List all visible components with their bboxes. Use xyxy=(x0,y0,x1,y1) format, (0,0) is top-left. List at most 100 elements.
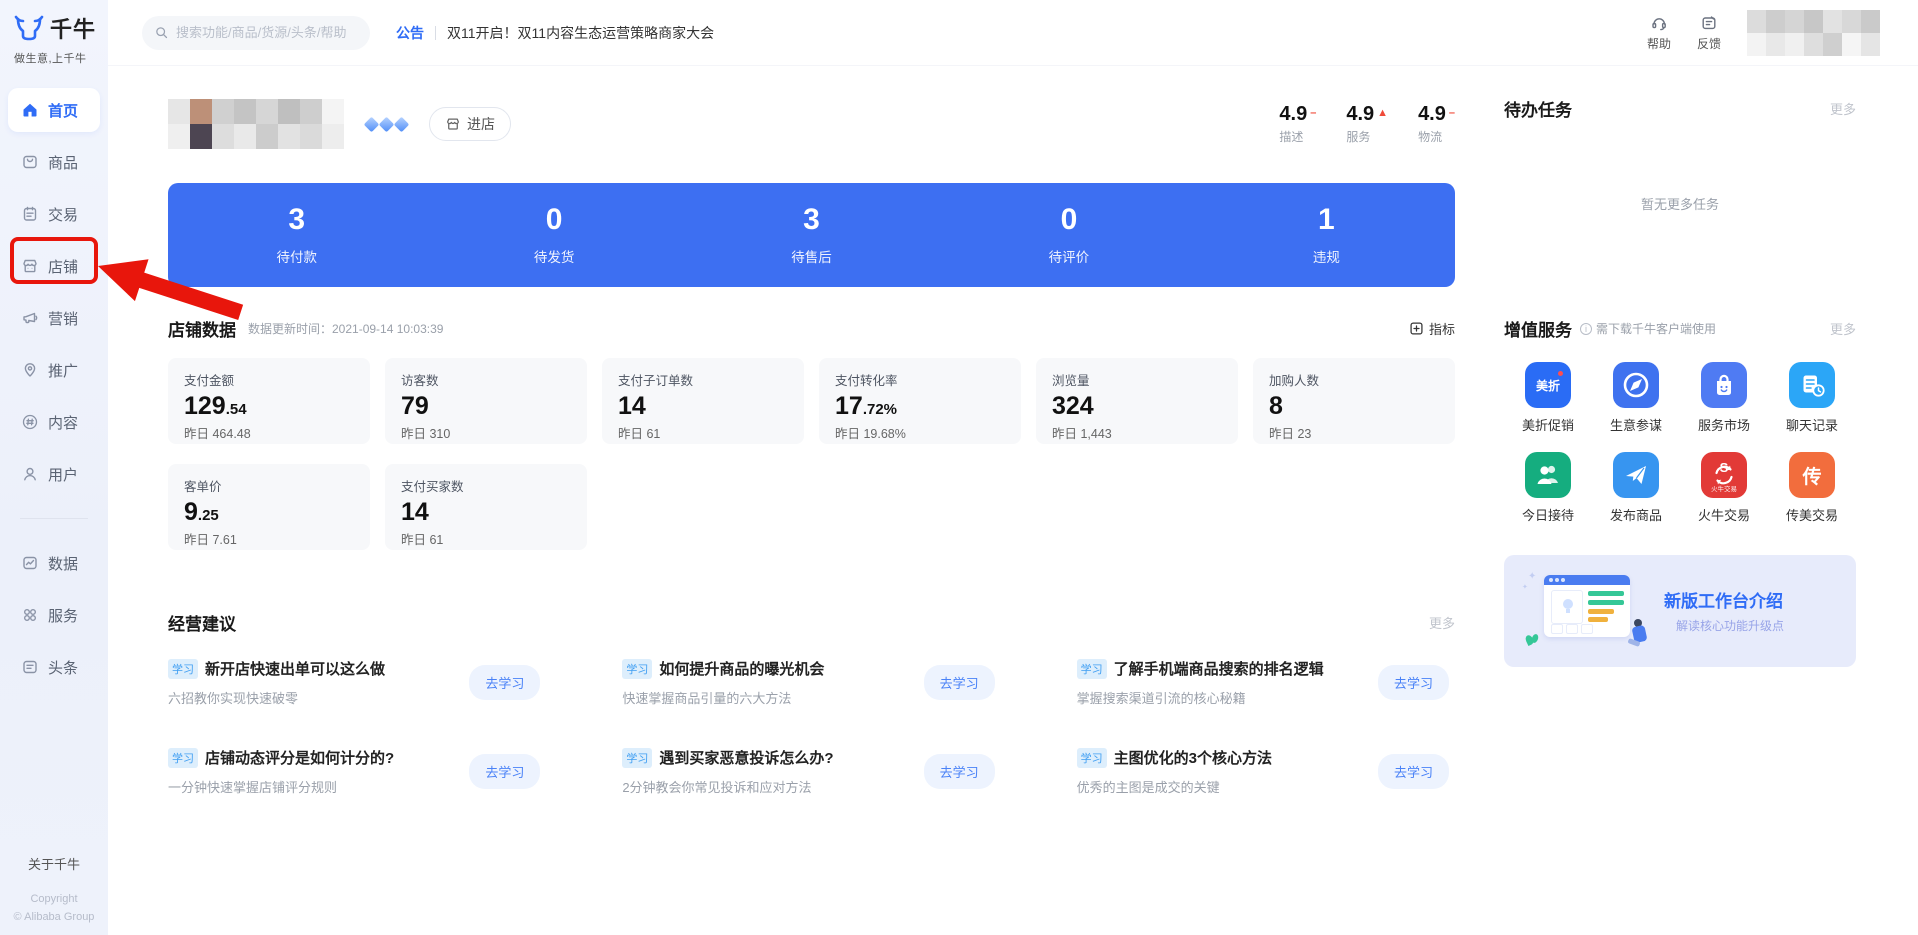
app-huoniu-trade[interactable]: S 火牛交易 火牛交易 xyxy=(1698,452,1750,524)
sidebar-item-data[interactable]: 数据 xyxy=(8,541,100,585)
indicator-button[interactable]: 指标 xyxy=(1409,319,1455,338)
stat-pending-shipment[interactable]: 0 待发货 xyxy=(425,205,682,266)
sidebar-item-label: 用户 xyxy=(48,464,78,485)
about-qianniu-link[interactable]: 关于千牛 xyxy=(0,854,108,873)
metric-label: 加购人数 xyxy=(1269,370,1439,389)
rating-description: 4.9 – 描述 xyxy=(1279,103,1316,145)
sidebar-item-label: 商品 xyxy=(48,152,78,173)
help-button[interactable]: 帮助 xyxy=(1647,14,1671,52)
metric-card-cart-adds[interactable]: 加购人数 8 昨日 23 xyxy=(1253,358,1455,444)
suggestions-more-link[interactable]: 更多 xyxy=(1429,613,1455,632)
sidebar-item-promotion[interactable]: 推广 xyxy=(8,348,100,392)
stat-label: 待付款 xyxy=(168,246,425,266)
search-box[interactable] xyxy=(142,16,370,50)
shop-header: 进店 4.9 – 描述 4.9 ▲ 服务 xyxy=(168,96,1455,152)
rating-service: 4.9 ▲ 服务 xyxy=(1346,103,1388,145)
shop-icon xyxy=(445,116,461,132)
red-dot xyxy=(1558,371,1563,376)
metric-card-paying-buyers[interactable]: 支付买家数 14 昨日 61 xyxy=(385,464,587,550)
diamond-icon xyxy=(364,116,380,132)
metric-label: 客单价 xyxy=(184,476,354,495)
metric-card-conversion-rate[interactable]: 支付转化率 17.72% 昨日 19.68% xyxy=(819,358,1021,444)
metric-prev: 昨日 7.61 xyxy=(184,529,354,548)
rating-label: 服务 xyxy=(1346,128,1388,145)
services-note: 需下载千牛客户端使用 xyxy=(1580,320,1716,337)
chat-history-icon xyxy=(1789,362,1835,408)
app-chat-history[interactable]: 聊天记录 xyxy=(1786,362,1838,434)
sidebar-item-marketing[interactable]: 营销 xyxy=(8,296,100,340)
sidebar-item-users[interactable]: 用户 xyxy=(8,452,100,496)
metric-card-avg-order-value[interactable]: 客单价 9.25 昨日 7.61 xyxy=(168,464,370,550)
suggestion-subtitle: 六招教你实现快速破零 xyxy=(168,688,385,707)
app-label: 今日接待 xyxy=(1522,505,1574,524)
go-learn-button[interactable]: 去学习 xyxy=(469,754,540,789)
todo-title: 待办任务 xyxy=(1504,96,1572,121)
promo-banner-new-workbench[interactable]: ✦ ✦ xyxy=(1504,555,1856,667)
sidebar-item-headlines[interactable]: 头条 xyxy=(8,645,100,689)
suggestion-title[interactable]: 了解手机端商品搜索的排名逻辑 xyxy=(1114,658,1324,679)
app-chuanmei-trade[interactable]: 传 传美交易 xyxy=(1786,452,1838,524)
metric-card-payment-amount[interactable]: 支付金额 129.54 昨日 464.48 xyxy=(168,358,370,444)
stat-violations[interactable]: 1 违规 xyxy=(1198,205,1455,266)
metric-value: 9.25 xyxy=(184,497,354,527)
trend-up-icon: ▲ xyxy=(1377,107,1388,119)
publish-product-icon xyxy=(1613,452,1659,498)
go-learn-button[interactable]: 去学习 xyxy=(1378,665,1449,700)
metric-prev: 昨日 1,443 xyxy=(1052,423,1222,442)
metric-card-sub-orders[interactable]: 支付子订单数 14 昨日 61 xyxy=(602,358,804,444)
suggestion-title[interactable]: 遇到买家恶意投诉怎么办? xyxy=(659,747,833,768)
sidebar-item-content[interactable]: 内容 xyxy=(8,400,100,444)
user-account-redacted[interactable] xyxy=(1747,10,1880,56)
suggestion-title[interactable]: 店铺动态评分是如何计分的? xyxy=(205,747,394,768)
search-input[interactable] xyxy=(176,25,358,40)
stat-pending-payment[interactable]: 3 待付款 xyxy=(168,205,425,266)
app-meizhe-promo[interactable]: 美折 美折促销 xyxy=(1522,362,1574,434)
feedback-button[interactable]: 反馈 xyxy=(1697,14,1721,52)
metric-value: 8 xyxy=(1269,391,1439,421)
app-publish-product[interactable]: 发布商品 xyxy=(1610,452,1662,524)
todo-more-link[interactable]: 更多 xyxy=(1830,99,1856,118)
go-learn-button[interactable]: 去学习 xyxy=(924,665,995,700)
suggestion-item: 学习了解手机端商品搜索的排名逻辑 掌握搜索渠道引流的核心秘籍 去学习 xyxy=(1077,658,1455,707)
go-learn-button[interactable]: 去学习 xyxy=(1378,754,1449,789)
metric-card-pageviews[interactable]: 浏览量 324 昨日 1,443 xyxy=(1036,358,1238,444)
suggestion-subtitle: 2分钟教会你常见投诉和应对方法 xyxy=(622,777,833,796)
home-icon xyxy=(21,101,39,119)
go-learn-button[interactable]: 去学习 xyxy=(924,754,995,789)
suggestion-title[interactable]: 主图优化的3个核心方法 xyxy=(1114,747,1272,768)
stat-label: 待发货 xyxy=(425,246,682,266)
rating-value: 4.9 xyxy=(1346,103,1374,126)
metric-card-visitors[interactable]: 访客数 79 昨日 310 xyxy=(385,358,587,444)
services-more-link[interactable]: 更多 xyxy=(1830,319,1856,338)
suggestion-title[interactable]: 新开店快速出单可以这么做 xyxy=(205,658,385,679)
suggestion-subtitle: 掌握搜索渠道引流的核心秘籍 xyxy=(1077,688,1324,707)
app-today-reception[interactable]: 今日接待 xyxy=(1522,452,1574,524)
sidebar-item-shop[interactable]: 店铺 xyxy=(8,244,100,288)
suggestion-title[interactable]: 如何提升商品的曝光机会 xyxy=(659,658,824,679)
go-learn-button[interactable]: 去学习 xyxy=(469,665,540,700)
sidebar-item-trade[interactable]: 交易 xyxy=(8,192,100,236)
app-service-market[interactable]: 服务市场 xyxy=(1698,362,1750,434)
stat-pending-review[interactable]: 0 待评价 xyxy=(940,205,1197,266)
sidebar-item-label: 内容 xyxy=(48,412,78,433)
app-business-advisor[interactable]: 生意参谋 xyxy=(1610,362,1662,434)
announcement[interactable]: 公告 双11开启！双11内容生态运营策略商家大会 xyxy=(396,23,714,43)
learn-badge: 学习 xyxy=(168,748,198,768)
sidebar-item-goods[interactable]: 商品 xyxy=(8,140,100,184)
stat-label: 违规 xyxy=(1198,246,1455,266)
feedback-icon xyxy=(1700,14,1718,32)
stat-after-sale[interactable]: 3 待售后 xyxy=(683,205,940,266)
metric-value: 14 xyxy=(401,497,571,527)
metric-label: 支付金额 xyxy=(184,370,354,389)
learn-badge: 学习 xyxy=(622,748,652,768)
suggestions-title: 经营建议 xyxy=(168,610,236,635)
suggestions-grid: 学习 新开店快速出单可以这么做 六招教你实现快速破零 去学习 学习 如何提升商品的曝… xyxy=(168,658,1455,796)
trade-icon xyxy=(21,205,39,223)
sidebar-item-home[interactable]: 首页 xyxy=(8,88,100,132)
diamond-icon xyxy=(394,116,410,132)
shop-data-title: 店铺数据 xyxy=(168,316,236,341)
enter-shop-button[interactable]: 进店 xyxy=(429,107,511,141)
metric-value: 17.72% xyxy=(835,391,1005,421)
sidebar-item-services[interactable]: 服务 xyxy=(8,593,100,637)
marketing-icon xyxy=(21,309,39,327)
